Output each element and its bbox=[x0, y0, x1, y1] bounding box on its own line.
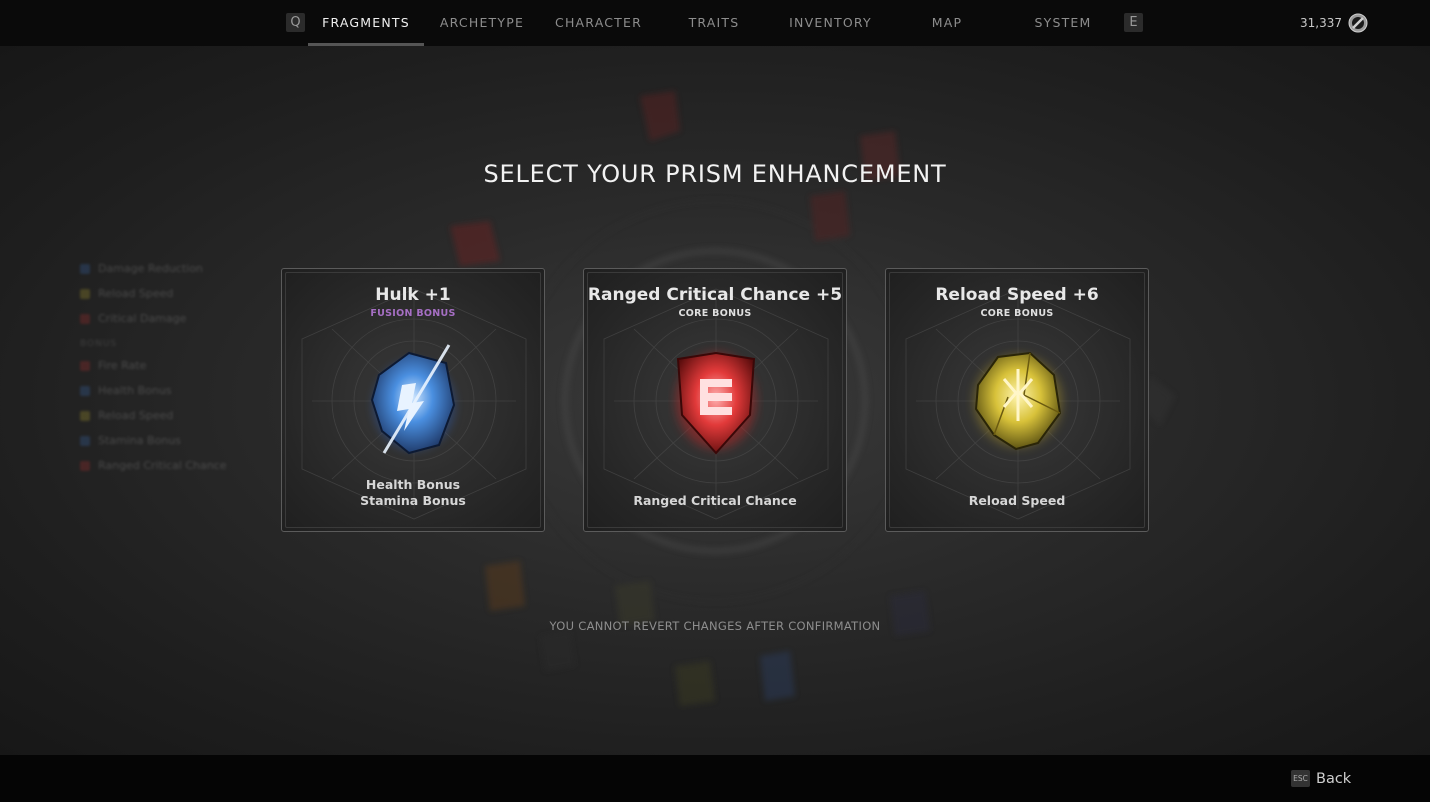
red-fragment-icon bbox=[676, 351, 756, 455]
page-title: SELECT YOUR PRISM ENHANCEMENT bbox=[483, 160, 947, 188]
tab-archetype[interactable]: ARCHETYPE bbox=[430, 0, 534, 46]
scrap-currency-icon bbox=[1348, 13, 1368, 33]
bottom-action-bar: ESC Back bbox=[0, 755, 1430, 802]
blue-fusion-fragment-icon bbox=[370, 344, 456, 455]
tab-inventory[interactable]: INVENTORY bbox=[780, 0, 881, 46]
next-tab-key-hint[interactable]: E bbox=[1124, 13, 1143, 32]
tab-traits[interactable]: TRAITS bbox=[672, 0, 756, 46]
tab-character[interactable]: CHARACTER bbox=[545, 0, 652, 46]
tab-map[interactable]: MAP bbox=[920, 0, 974, 46]
yellow-fragment-icon bbox=[974, 351, 1062, 451]
enhancement-card-ranged-critical-chance[interactable]: Ranged Critical Chance +5 CORE BONUS Ran… bbox=[583, 268, 847, 532]
card-title: Reload Speed +6 bbox=[935, 285, 1099, 305]
back-label: Back bbox=[1316, 770, 1352, 787]
tab-system[interactable]: SYSTEM bbox=[1026, 0, 1100, 46]
revert-warning-text: YOU CANNOT REVERT CHANGES AFTER CONFIRMA… bbox=[549, 619, 881, 633]
card-title: Ranged Critical Chance +5 bbox=[587, 285, 843, 305]
card-stat-list: Reload Speed bbox=[886, 493, 1148, 509]
card-bonus-type: FUSION BONUS bbox=[370, 308, 456, 319]
stat-line: Reload Speed bbox=[968, 493, 1066, 508]
card-title: Hulk +1 bbox=[375, 285, 451, 305]
enhancement-card-reload-speed[interactable]: Reload Speed +6 CORE BONUS Reload Speed bbox=[885, 268, 1149, 532]
card-stat-list: Ranged Critical Chance bbox=[584, 493, 846, 509]
card-bonus-type: CORE BONUS bbox=[980, 308, 1054, 319]
stat-line: Ranged Critical Chance bbox=[633, 493, 797, 508]
previous-tab-key-hint[interactable]: Q bbox=[286, 13, 305, 32]
back-button[interactable]: ESC Back bbox=[1291, 770, 1351, 787]
prism-enhancement-screen: Damage Reduction Reload Speed Critical D… bbox=[0, 46, 1430, 755]
tab-fragments[interactable]: FRAGMENTS bbox=[308, 0, 424, 46]
top-navigation-bar: Q FRAGMENTS ARCHETYPE CHARACTER TRAITS I… bbox=[0, 0, 1430, 46]
card-stat-list: Health Bonus Stamina Bonus bbox=[282, 477, 544, 509]
stat-line: Stamina Bonus bbox=[360, 493, 466, 508]
stat-line: Health Bonus bbox=[365, 477, 461, 492]
currency-amount: 31,337 bbox=[1300, 16, 1342, 30]
esc-key-hint: ESC bbox=[1291, 770, 1310, 787]
enhancement-card-hulk[interactable]: Hulk +1 FUSION BONUS Health Bonus Stamin… bbox=[281, 268, 545, 532]
currency-display: 31,337 bbox=[1300, 11, 1368, 35]
card-bonus-type: CORE BONUS bbox=[678, 308, 752, 319]
